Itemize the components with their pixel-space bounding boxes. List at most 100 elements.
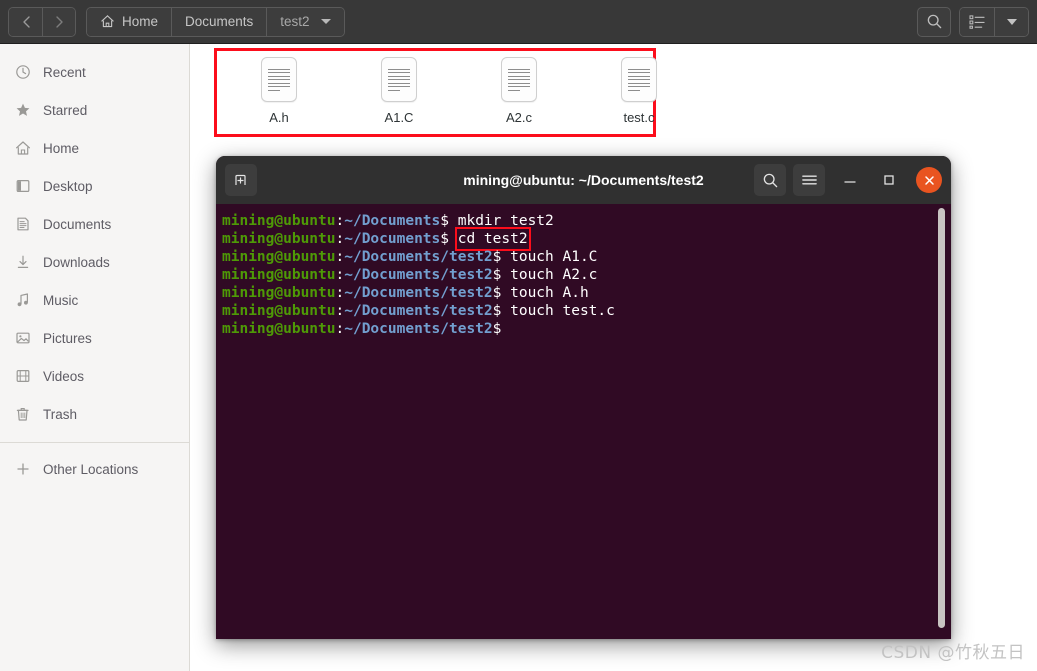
video-icon: [14, 368, 31, 385]
terminal-line: mining@ubuntu:~/Documents/test2$ touch A…: [219, 248, 951, 266]
terminal-search-button[interactable]: [754, 164, 786, 196]
file-item[interactable]: A2.c: [459, 53, 579, 125]
sidebar: Recent Starred Home Desktop Documents Do…: [0, 44, 190, 671]
star-icon: [14, 102, 31, 119]
maximize-button[interactable]: [875, 166, 903, 194]
prompt-user: mining@ubuntu: [222, 231, 336, 247]
prompt-colon: :: [335, 321, 345, 337]
hamburger-menu-icon: [801, 175, 817, 185]
prompt-user: mining@ubuntu: [222, 303, 336, 319]
terminal-command: touch A1.C: [510, 249, 598, 265]
header-right-group: [917, 6, 1029, 37]
sidebar-item-music[interactable]: Music: [0, 281, 189, 319]
close-icon: [924, 175, 934, 185]
file-item[interactable]: A.h: [219, 53, 339, 125]
terminal-window: mining@ubuntu: ~/Documents/test2 mining@…: [216, 156, 951, 639]
home-icon: [14, 140, 31, 157]
file-name: A.h: [269, 110, 289, 125]
list-view-icon: [968, 15, 985, 29]
search-icon: [763, 173, 777, 187]
sidebar-divider: [0, 442, 189, 443]
sidebar-item-recent[interactable]: Recent: [0, 53, 189, 91]
breadcrumb-item-documents[interactable]: Documents: [171, 7, 267, 36]
terminal-command: mkdir test2: [457, 213, 554, 229]
breadcrumb-item-home[interactable]: Home: [87, 7, 172, 36]
new-tab-button[interactable]: [225, 164, 257, 196]
prompt-path: ~/Documents: [344, 213, 441, 229]
search-icon: [927, 14, 941, 29]
sidebar-label-downloads: Downloads: [43, 254, 110, 270]
header-bar: Home Documents test2: [0, 0, 1037, 44]
sidebar-item-home[interactable]: Home: [0, 129, 189, 167]
sidebar-label-desktop: Desktop: [43, 178, 93, 194]
files-window: Home Documents test2 Recent Starred Home…: [0, 0, 1037, 671]
document-icon: [14, 216, 31, 233]
file-grid: A.h A1.C A2.c test.c: [219, 53, 699, 125]
picture-icon: [14, 330, 31, 347]
chevron-down-icon: [1006, 18, 1017, 25]
terminal-command-highlighted: cd test2: [454, 227, 531, 251]
maximize-icon: [884, 175, 894, 185]
sidebar-item-starred[interactable]: Starred: [0, 91, 189, 129]
minimize-icon: [844, 181, 856, 183]
minimize-button[interactable]: [836, 166, 864, 194]
trash-icon: [14, 406, 31, 423]
header-left-group: Home Documents test2: [8, 6, 345, 37]
sidebar-item-pictures[interactable]: Pictures: [0, 319, 189, 357]
chevron-down-icon: [320, 19, 331, 24]
terminal-line: mining@ubuntu:~/Documents/test2$: [219, 320, 951, 338]
prompt-user: mining@ubuntu: [222, 249, 336, 265]
desktop-icon: [14, 178, 31, 195]
prompt-path: ~/Documents/test2: [344, 249, 493, 265]
new-tab-icon: [235, 174, 246, 185]
plus-icon: [14, 461, 31, 478]
prompt-symbol: $: [492, 303, 511, 319]
terminal-title-bar: mining@ubuntu: ~/Documents/test2: [216, 156, 951, 204]
sidebar-label-pictures: Pictures: [43, 330, 92, 346]
sidebar-item-other-locations[interactable]: Other Locations: [0, 450, 189, 488]
prompt-colon: :: [335, 303, 345, 319]
prompt-colon: :: [335, 213, 345, 229]
breadcrumb-label-test2: test2: [280, 14, 310, 29]
prompt-symbol: $: [492, 321, 502, 337]
prompt-user: mining@ubuntu: [222, 321, 336, 337]
sidebar-item-trash[interactable]: Trash: [0, 395, 189, 433]
close-button[interactable]: [916, 167, 942, 193]
sidebar-label-recent: Recent: [43, 64, 86, 80]
sidebar-item-downloads[interactable]: Downloads: [0, 243, 189, 281]
sidebar-label-home: Home: [43, 140, 80, 156]
sidebar-label-documents: Documents: [43, 216, 112, 232]
sidebar-item-videos[interactable]: Videos: [0, 357, 189, 395]
back-button[interactable]: [9, 7, 42, 36]
search-button[interactable]: [917, 6, 951, 37]
file-item[interactable]: test.c: [579, 53, 699, 125]
view-options-button[interactable]: [994, 7, 1028, 36]
breadcrumb-label-home: Home: [122, 14, 159, 29]
prompt-user: mining@ubuntu: [222, 285, 336, 301]
home-icon: [101, 15, 114, 28]
file-name: test.c: [623, 110, 655, 125]
prompt-symbol: $: [492, 285, 511, 301]
terminal-output[interactable]: mining@ubuntu:~/Documents$ mkdir test2 m…: [216, 204, 951, 639]
terminal-line: mining@ubuntu:~/Documents/test2$ touch A…: [219, 266, 951, 284]
forward-button[interactable]: [42, 7, 75, 36]
terminal-command: touch A2.c: [510, 267, 598, 283]
view-controls: [959, 6, 1029, 37]
prompt-user: mining@ubuntu: [222, 267, 336, 283]
file-item[interactable]: A1.C: [339, 53, 459, 125]
sidebar-label-music: Music: [43, 292, 79, 308]
sidebar-item-documents[interactable]: Documents: [0, 205, 189, 243]
sidebar-item-desktop[interactable]: Desktop: [0, 167, 189, 205]
sidebar-label-videos: Videos: [43, 368, 85, 384]
prompt-path: ~/Documents/test2: [344, 303, 493, 319]
prompt-colon: :: [335, 231, 345, 247]
terminal-menu-button[interactable]: [793, 164, 825, 196]
terminal-line: mining@ubuntu:~/Documents/test2$ touch A…: [219, 284, 951, 302]
sidebar-label-starred: Starred: [43, 102, 88, 118]
music-icon: [14, 292, 31, 309]
prompt-path: ~/Documents/test2: [344, 267, 493, 283]
list-view-button[interactable]: [960, 7, 994, 36]
prompt-user: mining@ubuntu: [222, 213, 336, 229]
breadcrumb-item-test2[interactable]: test2: [266, 7, 344, 36]
terminal-scrollbar[interactable]: [938, 208, 945, 628]
